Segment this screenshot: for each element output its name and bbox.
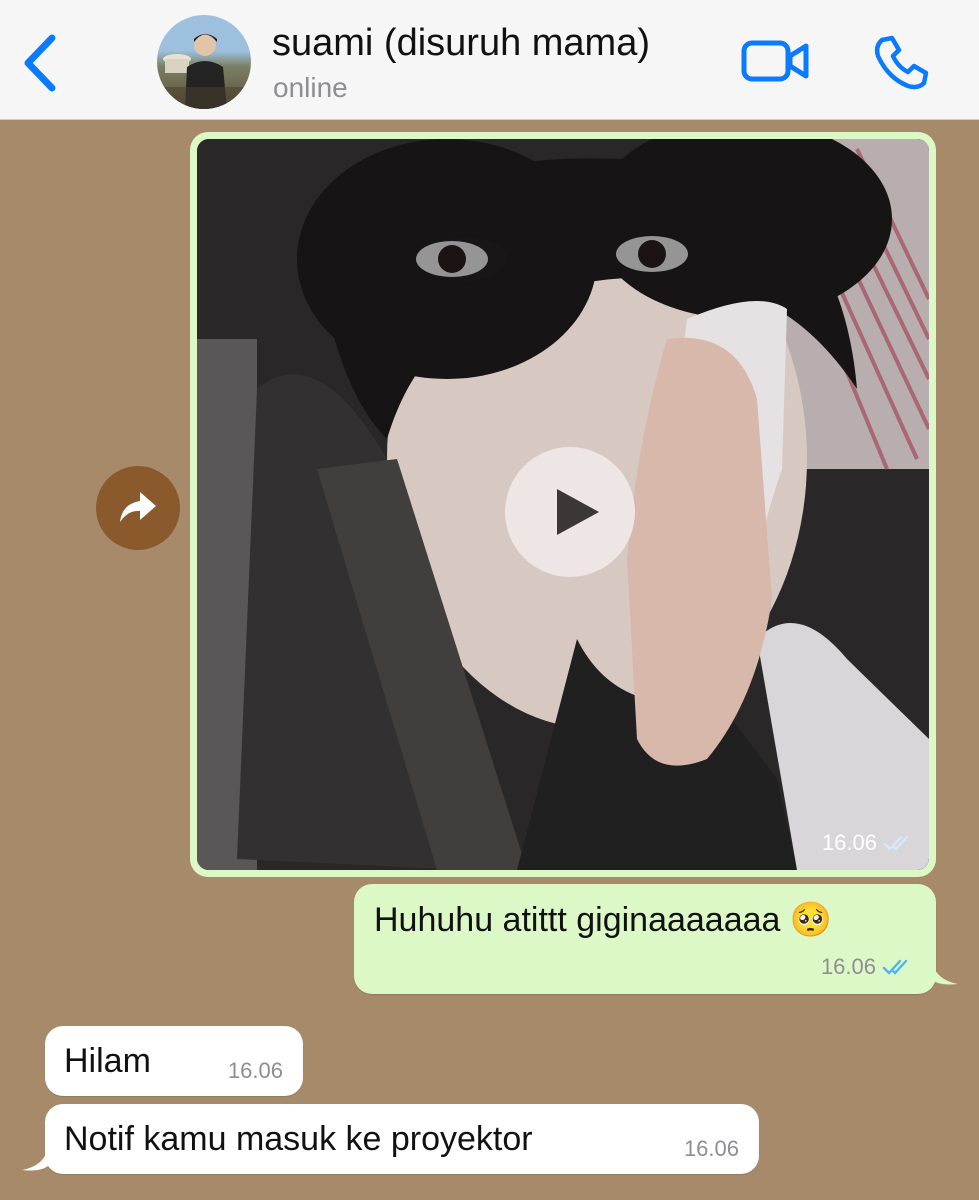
- voice-call-button[interactable]: [872, 34, 930, 90]
- message-timestamp: 16.06: [820, 954, 876, 979]
- outgoing-message-bubble[interactable]: Huhuhu atittt giginaaaaaaa 🥺 16.06: [354, 884, 936, 994]
- contact-status: online: [273, 72, 348, 103]
- back-button[interactable]: [14, 30, 64, 96]
- phone-icon: [874, 35, 929, 90]
- play-icon: [557, 489, 599, 535]
- video-camera-icon: [741, 40, 809, 82]
- share-arrow-icon: [120, 492, 156, 522]
- video-timestamp: 16.06: [821, 830, 877, 855]
- message-meta: 16.06: [821, 954, 912, 980]
- contact-avatar[interactable]: [157, 15, 251, 109]
- incoming-message-bubble[interactable]: Notif kamu masuk ke proyektor 16.06: [45, 1104, 759, 1174]
- video-message-bubble[interactable]: 16.06: [190, 132, 936, 877]
- message-timestamp: 16.06: [227, 1058, 283, 1083]
- video-thumbnail[interactable]: 16.06: [197, 139, 929, 870]
- message-text: Notif kamu masuk ke proyektor: [64, 1120, 533, 1158]
- incoming-message-bubble[interactable]: Hilam 16.06: [45, 1026, 303, 1096]
- chat-header: suami (disuruh mama) online: [0, 0, 979, 120]
- chevron-left-icon: [24, 34, 56, 92]
- forward-button[interactable]: [96, 466, 180, 550]
- message-text: Huhuhu atittt giginaaaaaaa 🥺: [374, 901, 833, 939]
- video-timestamp-row: 16.06: [822, 830, 913, 856]
- video-call-button[interactable]: [740, 34, 812, 88]
- play-button[interactable]: [505, 447, 635, 577]
- double-check-icon: [882, 959, 908, 975]
- double-check-icon: [883, 835, 909, 851]
- bubble-tail: [932, 962, 958, 985]
- bubble-tail: [22, 1148, 48, 1171]
- avatar-person-image: [157, 34, 251, 109]
- message-timestamp: 16.06: [683, 1136, 739, 1161]
- contact-name[interactable]: suami (disuruh mama): [272, 22, 650, 65]
- message-text: Hilam: [64, 1042, 151, 1080]
